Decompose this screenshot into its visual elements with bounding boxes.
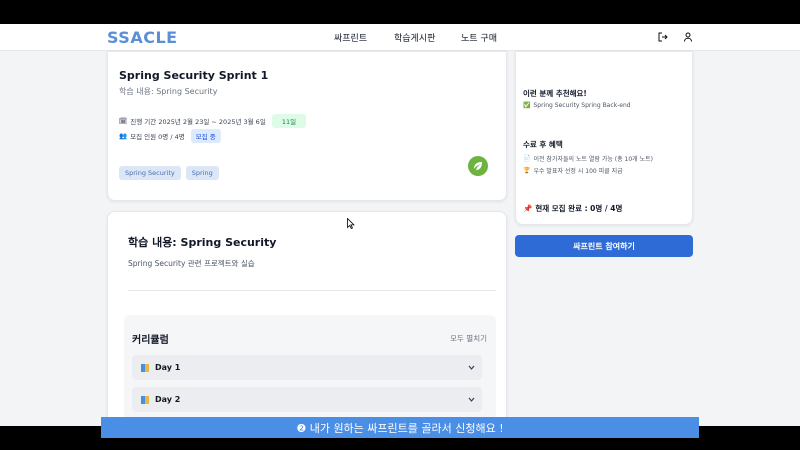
chevron-down-icon[interactable] (467, 395, 476, 404)
detail-title: 학습 내용: Spring Security (128, 236, 277, 249)
user-icon[interactable] (682, 31, 694, 43)
day-label: Day 2 (155, 395, 181, 404)
book-icon (141, 395, 149, 404)
tag-spring: Spring (185, 166, 219, 180)
sprint-detail-card: 학습 내용: Spring Security Spring Security 관… (107, 211, 507, 426)
chevron-down-icon[interactable] (467, 363, 476, 372)
detail-description: Spring Security 관련 프로젝트와 실습 (128, 259, 255, 268)
tag-spring-security: Spring Security (119, 166, 181, 180)
curriculum-day-2[interactable]: Day 2 (132, 387, 482, 412)
status-badge: 모집 중 (190, 129, 221, 143)
pin-icon: 📌 (523, 204, 533, 213)
sprint-subtitle: 학습 내용: Spring Security (119, 87, 218, 96)
curriculum-section: 커리큘럼 모두 펼치기 Day 1 Day 2 (124, 315, 496, 426)
sprint-recruit-row: 👥 모집 인원 0명 / 4명 모집 중 (119, 129, 221, 143)
check-icon: ✅ (523, 102, 531, 109)
caption-banner: ❷ 내가 원하는 싸프린트를 골라서 신청해요 ! (101, 417, 699, 438)
join-sprint-button[interactable]: 싸프린트 참여하기 (515, 235, 693, 257)
day-label: Day 1 (155, 363, 181, 372)
nav-sprint[interactable]: 싸프린트 (334, 31, 367, 44)
benefit-text-2: 우수 발표자 선정 시 100 피클 지급 (533, 168, 623, 175)
book-icon (141, 363, 149, 372)
nav-note-purchase[interactable]: 노트 구매 (461, 31, 497, 44)
document-icon: 📄 (523, 155, 531, 162)
sprint-side-panel: 이런 분께 추천해요! ✅ Spring Security Spring Bac… (515, 51, 693, 225)
top-navbar: SSACLE 싸프린트 학습게시판 노트 구매 (0, 24, 800, 51)
sprint-period-row: 🗓 진행 기간 2025년 2월 23일 ~ 2025년 3월 6일 11일 (119, 114, 307, 128)
benefit-item-2: 🏆 우수 발표자 선정 시 100 피클 지급 (523, 166, 623, 175)
expand-all-button[interactable]: 모두 펼치기 (450, 333, 487, 344)
nav-study-board[interactable]: 학습게시판 (394, 31, 435, 44)
recommend-text: Spring Security Spring Back-end (533, 102, 631, 109)
spring-leaf-icon (468, 156, 488, 176)
sprint-title: Spring Security Sprint 1 (119, 69, 269, 82)
benefit-title: 수료 후 혜택 (523, 140, 563, 149)
recruit-status: 📌 현재 모집 완료 : 0명 / 4명 (523, 203, 622, 214)
recommend-title: 이런 분께 추천해요! (523, 89, 587, 98)
recommend-item: ✅ Spring Security Spring Back-end (523, 102, 631, 109)
sprint-summary-card: Spring Security Sprint 1 학습 내용: Spring S… (107, 51, 507, 201)
logo[interactable]: SSACLE (107, 28, 178, 47)
trophy-icon: 🏆 (523, 167, 531, 174)
recruit-status-text: 현재 모집 완료 : 0명 / 4명 (535, 204, 623, 213)
benefit-item-1: 📄 이전 참가자들의 노트 열람 가능 (총 10개 노트) (523, 154, 653, 163)
calendar-icon: 🗓 (119, 117, 128, 125)
curriculum-day-1[interactable]: Day 1 (132, 355, 482, 380)
logout-icon[interactable] (657, 31, 669, 43)
benefit-text-1: 이전 참가자들의 노트 열람 가능 (총 10개 노트) (533, 156, 653, 163)
people-icon: 👥 (119, 132, 128, 140)
sprint-period: 진행 기간 2025년 2월 23일 ~ 2025년 3월 6일 (130, 118, 266, 126)
tag-list: Spring Security Spring (119, 166, 219, 180)
days-badge: 11일 (271, 114, 307, 128)
app-viewport: SSACLE 싸프린트 학습게시판 노트 구매 Spring Security … (0, 24, 800, 426)
divider (128, 290, 496, 291)
sprint-recruit-count: 모집 인원 0명 / 4명 (130, 133, 185, 141)
curriculum-title: 커리큘럼 (132, 335, 169, 346)
mouse-cursor-icon (347, 218, 355, 229)
